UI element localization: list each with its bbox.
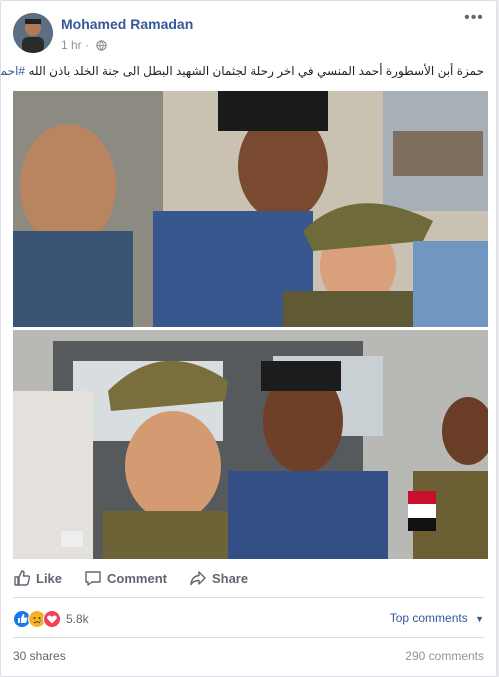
share-button[interactable]: Share bbox=[189, 569, 248, 587]
share-label: Share bbox=[211, 570, 249, 586]
comments-count[interactable]: 290 comments bbox=[405, 649, 484, 663]
top-comments-dropdown[interactable]: Top comments ▼ bbox=[390, 611, 484, 625]
shares-count[interactable]: 30 shares bbox=[13, 649, 66, 663]
hashtag-link[interactable]: #احمد_المنسي bbox=[1, 64, 25, 78]
post-actions: Like Comment Share bbox=[13, 563, 484, 593]
divider bbox=[13, 637, 484, 638]
avatar[interactable] bbox=[13, 13, 53, 53]
author-name[interactable]: Mohamed Ramadan bbox=[61, 16, 193, 32]
post-card: Mohamed Ramadan 1 hr · ••• حمزة أبن الأس… bbox=[0, 0, 497, 677]
post-body: حمزة أبن الأسطورة أحمد المنسي في اخر رحل… bbox=[28, 64, 484, 78]
post-header: Mohamed Ramadan 1 hr · ••• bbox=[13, 10, 484, 57]
comment-button[interactable]: Comment bbox=[84, 569, 167, 587]
globe-icon[interactable] bbox=[96, 40, 108, 54]
chevron-down-icon: ▼ bbox=[475, 614, 484, 624]
like-label: Like bbox=[36, 570, 63, 586]
sort-label: Top comments bbox=[389, 611, 468, 625]
share-icon bbox=[190, 571, 206, 586]
post-meta: 1 hr · bbox=[61, 38, 108, 54]
comment-icon bbox=[85, 571, 101, 586]
comment-label: Comment bbox=[107, 570, 167, 586]
more-options-icon[interactable]: ••• bbox=[464, 10, 484, 29]
post-text: حمزة أبن الأسطورة أحمد المنسي في اخر رحل… bbox=[1, 63, 484, 79]
thumbs-up-icon bbox=[14, 570, 31, 586]
divider bbox=[13, 597, 484, 598]
reaction-count: 5.8k bbox=[66, 612, 89, 626]
love-icon bbox=[43, 610, 61, 628]
post-photo[interactable] bbox=[13, 91, 494, 559]
like-button[interactable]: Like bbox=[13, 569, 62, 587]
post-time[interactable]: 1 hr bbox=[61, 38, 82, 52]
reactions-summary[interactable]: 5.8k bbox=[13, 610, 89, 628]
